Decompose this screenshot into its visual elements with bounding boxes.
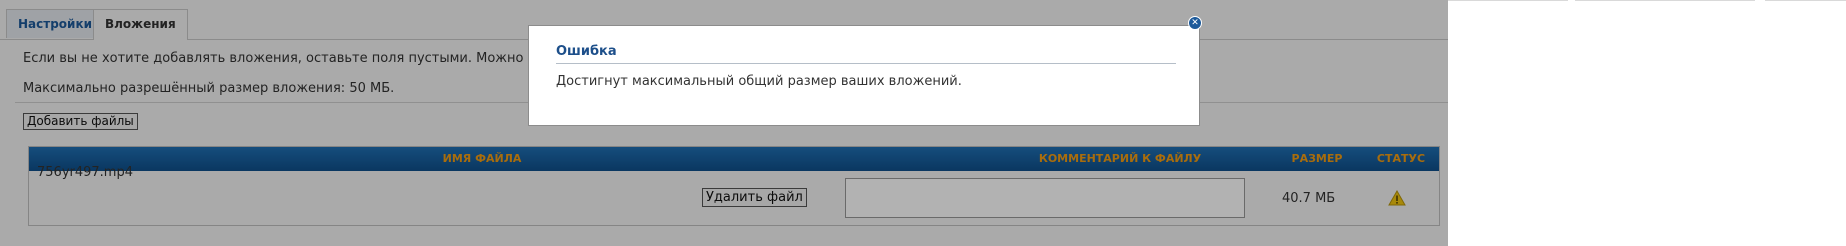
divider [1448,0,1568,1]
dialog-title: Ошибка [556,44,617,59]
dialog-message: Достигнут максимальный общий размер ваши… [556,74,962,89]
divider [1575,0,1755,1]
divider [1765,0,1846,1]
error-dialog: Ошибка Достигнут максимальный общий разм… [528,25,1200,126]
dialog-divider [556,63,1176,64]
close-icon[interactable]: ✕ [1188,16,1202,30]
